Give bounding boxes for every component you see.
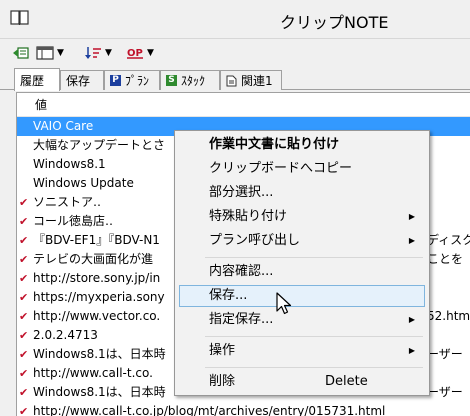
chevron-down-icon: ▼: [57, 48, 64, 58]
menu-item-save[interactable]: 保存...: [179, 285, 425, 307]
window-title: クリップNOTE: [280, 13, 389, 32]
tab-label: ﾌﾟﾗﾝ: [125, 74, 150, 88]
tab-strip: 履歴 保存 P ﾌﾟﾗﾝ S ｽﾀｯｸ 関連1: [0, 68, 470, 91]
menu-item-save-as[interactable]: 指定保存... ▶: [179, 309, 425, 331]
plan-icon: P: [110, 75, 121, 86]
list-item-text: Windows8.1: [33, 157, 106, 171]
list-item-text: VAIO Care: [33, 119, 94, 133]
list-item[interactable]: ✔ http://www.call-t.co.jp/blog/mt/archive…: [17, 402, 470, 416]
tab-plan[interactable]: P ﾌﾟﾗﾝ: [104, 70, 160, 90]
columns-dropdown[interactable]: ▼: [36, 43, 64, 63]
menu-item-label: クリップボードへコピー: [209, 161, 353, 176]
list-item-text: https://myxperia.sony: [33, 290, 165, 304]
menu-item-special-paste[interactable]: 特殊貼り付け ▶: [179, 206, 425, 228]
menu-item-label: 特殊貼り付け: [209, 209, 288, 224]
list-item-text: 『BDV-EF1』『BDV-N1: [33, 233, 160, 247]
list-item-text-overflow: 52.htm: [427, 309, 470, 323]
check-mark-icon: ✔: [19, 329, 29, 342]
check-mark-icon: ✔: [19, 386, 29, 399]
document-icon: [226, 75, 237, 86]
tab-label: 保存: [66, 74, 91, 88]
list-item-text: http://www.call-t.co.jp/blog/mt/archives…: [33, 404, 386, 416]
menu-item-call-plan[interactable]: プラン呼び出し ▶: [179, 230, 425, 252]
menu-item-copy-to-clipboard[interactable]: クリップボードへコピー: [179, 158, 425, 180]
mouse-pointer-icon: [276, 292, 292, 315]
check-mark-icon: ✔: [19, 215, 29, 228]
tab-label: ｽﾀｯｸ: [181, 74, 206, 88]
title-bar: クリップNOTE: [0, 0, 470, 38]
check-mark-icon: ✔: [19, 367, 29, 380]
menu-item-label: 作業中文書に貼り付け: [209, 137, 340, 152]
tab-history[interactable]: 履歴: [14, 68, 60, 91]
check-mark-icon: ✔: [19, 405, 29, 416]
list-item-text: Windows8.1は、日本時: [33, 347, 166, 361]
check-mark-icon: ✔: [19, 253, 29, 266]
column-header-label: 値: [35, 98, 48, 112]
menu-shortcut: Delete: [325, 374, 368, 389]
tab-label: 関連1: [241, 74, 273, 88]
menu-item-partial-select[interactable]: 部分選択...: [179, 182, 425, 204]
list-item-text: テレビの大画面化が進: [33, 252, 154, 266]
menu-item-label: 指定保存...: [209, 312, 274, 327]
tab-label: 履歴: [20, 73, 45, 88]
menu-item-label: 操作: [209, 343, 236, 358]
submenu-arrow-icon: ▶: [408, 236, 415, 245]
menu-item-view-content[interactable]: 内容確認...: [179, 261, 425, 283]
list-item-text-overflow: ーザー: [427, 385, 463, 399]
menu-item-operations[interactable]: 操作 ▶: [179, 340, 425, 362]
check-mark-icon: ✔: [19, 272, 29, 285]
check-mark-icon: ✔: [19, 291, 29, 304]
list-item-text: Windows Update: [33, 176, 134, 190]
check-mark-icon: ✔: [19, 234, 29, 247]
menu-separator: [205, 336, 423, 337]
op-icon: OP: [127, 48, 143, 59]
list-item-text-overflow: ーザー: [427, 347, 463, 361]
export-icon: [13, 47, 29, 59]
columns-icon: [36, 46, 54, 60]
menu-item-label: 保存...: [209, 288, 248, 303]
menu-item-label: プラン呼び出し: [209, 233, 301, 248]
chevron-down-icon: ▼: [105, 48, 112, 58]
menu-item-paste-to-document[interactable]: 作業中文書に貼り付け: [179, 134, 425, 156]
menu-separator: [205, 257, 423, 258]
operations-dropdown[interactable]: OP ▼: [126, 43, 154, 63]
list-item-text: http://www.call-t.co.: [33, 366, 153, 380]
list-item-text: コール徳島店‥: [33, 214, 114, 228]
tab-stack[interactable]: S ｽﾀｯｸ: [160, 70, 220, 90]
check-mark-icon: ✔: [19, 348, 29, 361]
tab-saved[interactable]: 保存: [60, 70, 104, 90]
list-item-text: http://www.vector.co.: [33, 309, 161, 323]
export-button[interactable]: [12, 43, 30, 63]
notebook-icon: [10, 10, 29, 25]
menu-item-label: 削除: [209, 374, 236, 389]
check-mark-icon: ✔: [19, 196, 29, 209]
toolbar: ▼ ▼ OP ▼: [0, 38, 470, 66]
sort-dropdown[interactable]: ▼: [84, 43, 112, 63]
column-header-value[interactable]: 値: [17, 93, 470, 117]
sort-icon: [85, 47, 101, 59]
list-item-text: Windows8.1は、日本時: [33, 385, 166, 399]
menu-separator: [205, 367, 423, 368]
menu-item-delete[interactable]: 削除 Delete: [179, 371, 425, 393]
chevron-down-icon: ▼: [147, 48, 154, 58]
list-item-text: 2.0.2.4713: [33, 328, 98, 342]
menu-item-label: 部分選択...: [209, 185, 274, 200]
submenu-arrow-icon: ▶: [408, 212, 415, 221]
list-item-text: ソニストア‥: [33, 195, 102, 209]
list-item-text-overflow: ディスク: [427, 233, 470, 247]
check-mark-icon: ✔: [19, 310, 29, 323]
list-item-text-overflow: ことを: [427, 252, 464, 266]
list-item-text: 大幅なアップデートとさ: [33, 138, 166, 152]
menu-item-label: 内容確認...: [209, 264, 274, 279]
submenu-arrow-icon: ▶: [408, 315, 415, 324]
stack-icon: S: [166, 75, 177, 86]
submenu-arrow-icon: ▶: [408, 346, 415, 355]
tab-related[interactable]: 関連1: [220, 70, 282, 90]
list-item-text: http://store.sony.jp/in: [33, 271, 161, 285]
context-menu: 作業中文書に貼り付け クリップボードへコピー 部分選択... 特殊貼り付け ▶ プ…: [174, 130, 430, 396]
